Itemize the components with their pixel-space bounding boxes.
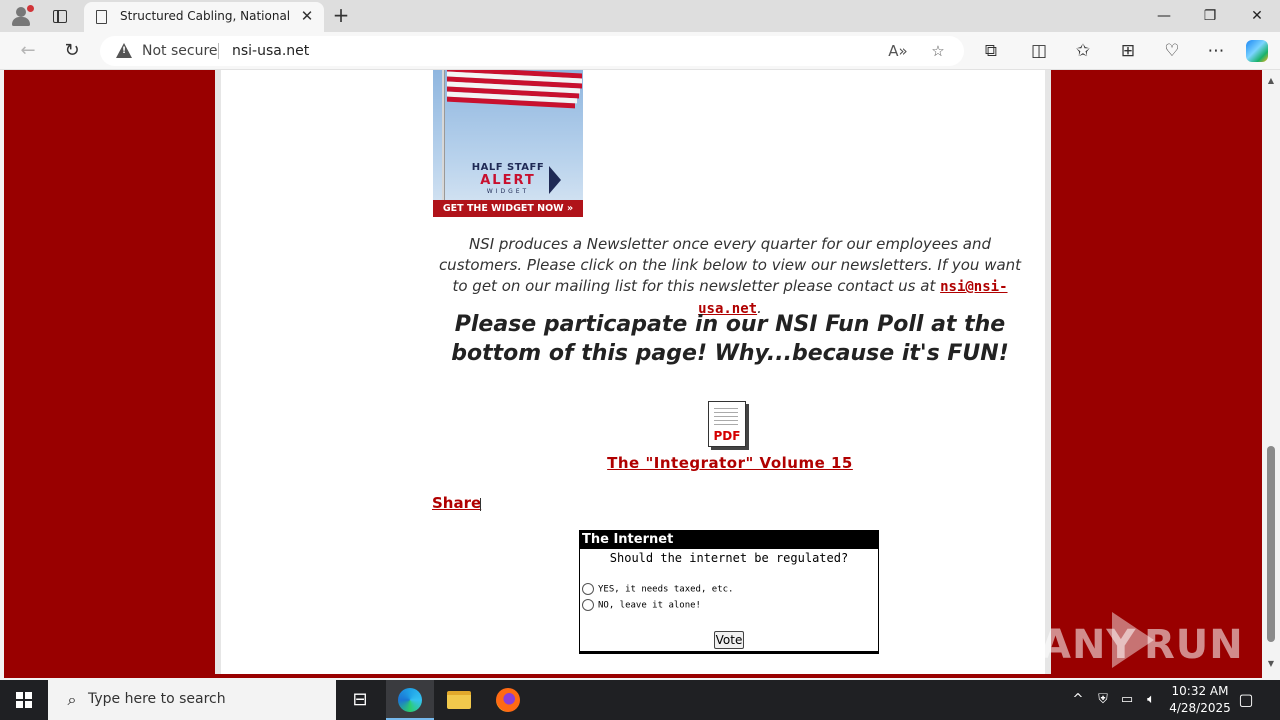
tray-security-icon[interactable]: ⛨	[1093, 680, 1113, 720]
new-tab-button[interactable]: +	[330, 4, 352, 26]
poll-invite-heading: Please particapate in our NSI Fun Poll a…	[451, 312, 1009, 366]
tray-volume-icon[interactable]: 🔈︎	[1140, 680, 1162, 720]
get-widget-button[interactable]: GET THE WIDGET NOW »	[433, 200, 583, 217]
viewport-edge	[0, 70, 4, 678]
windows-logo-icon	[16, 692, 32, 708]
poll-option-no[interactable]: NO, leave it alone!	[582, 599, 701, 611]
tray-chevron-icon[interactable]: ^	[1068, 680, 1088, 720]
address-bar[interactable]: Not secure nsi-usa.net A» ☆	[100, 36, 964, 66]
tab-close-icon[interactable]: ✕	[298, 7, 316, 25]
widget-subtitle: WIDGET	[486, 188, 530, 195]
search-placeholder: Type here to search	[88, 691, 226, 707]
taskbar-edge-app[interactable]	[386, 680, 434, 720]
scroll-up-icon[interactable]: ▲	[1266, 76, 1276, 86]
more-menu-icon[interactable]: ⋯	[1201, 37, 1231, 65]
half-staff-alert-widget[interactable]: HALF STAFF ALERT WIDGET GET THE WIDGET N…	[433, 70, 583, 217]
taskbar-search-box[interactable]: ⌕ Type here to search	[48, 680, 336, 720]
poll-title: The Internet	[580, 531, 878, 549]
integrator-newsletter-link[interactable]: The "Integrator" Volume 15	[435, 454, 1025, 472]
windows-taskbar: ⌕ Type here to search ⊟ ^ ⛨ ▭ 🔈︎ 10:32 A…	[0, 680, 1280, 720]
tab-strip: Structured Cabling, National Syst ✕ + — …	[0, 0, 1280, 32]
fun-poll-widget: The Internet Should the internet be regu…	[579, 530, 879, 654]
task-view-icon[interactable]: ⊟	[336, 680, 384, 720]
extensions-icon[interactable]: ⧉	[976, 37, 1006, 65]
back-arrow-icon[interactable]: ←	[13, 37, 43, 65]
poll-radio-no[interactable]	[582, 599, 594, 611]
widget-title: HALF STAFF	[471, 162, 545, 173]
search-icon: ⌕	[67, 690, 77, 709]
pdf-file-icon[interactable]: PDF	[708, 401, 750, 449]
window-minimize-button[interactable]: —	[1141, 0, 1187, 32]
profile-avatar-icon[interactable]	[8, 4, 34, 28]
window-close-button[interactable]: ✕	[1234, 0, 1280, 32]
firefox-icon	[496, 688, 520, 712]
security-status[interactable]: Not secure	[142, 43, 218, 59]
poll-question: Should the internet be regulated?	[609, 551, 849, 565]
split-screen-icon[interactable]: ◫	[1024, 37, 1054, 65]
start-button[interactable]	[0, 680, 48, 720]
edge-icon	[398, 688, 422, 712]
tab-actions-icon[interactable]	[46, 6, 74, 28]
poll-option-no-label: NO, leave it alone!	[598, 600, 701, 611]
taskbar-file-explorer-app[interactable]	[435, 680, 483, 720]
read-aloud-icon[interactable]: A»	[886, 40, 910, 62]
page-viewport: HALF STAFF ALERT WIDGET GET THE WIDGET N…	[0, 70, 1262, 678]
watermark-text-right: RUN	[1144, 622, 1244, 668]
clock-date: 4/28/2025	[1169, 701, 1231, 715]
warning-icon[interactable]	[116, 43, 132, 58]
folder-icon	[447, 691, 471, 709]
taskbar-clock[interactable]: 10:32 AM 4/28/2025	[1160, 683, 1240, 717]
poll-option-yes[interactable]: YES, it needs taxed, etc.	[582, 583, 733, 595]
url-divider	[218, 43, 219, 59]
pdf-icon-label: PDF	[713, 429, 741, 443]
tray-network-icon[interactable]: ▭	[1116, 680, 1138, 720]
refresh-icon[interactable]: ↻	[57, 37, 87, 65]
clock-time: 10:32 AM	[1171, 684, 1229, 698]
content-column: HALF STAFF ALERT WIDGET GET THE WIDGET N…	[215, 70, 1051, 674]
scrollbar-thumb[interactable]	[1267, 446, 1275, 642]
newsletter-text: NSI produces a Newsletter once every qua…	[438, 235, 1022, 295]
poll-option-yes-label: YES, it needs taxed, etc.	[598, 584, 734, 595]
collections-icon[interactable]: ⊞	[1113, 37, 1143, 65]
taskbar-firefox-app[interactable]	[484, 680, 532, 720]
newsletter-paragraph: NSI produces a Newsletter once every qua…	[435, 234, 1025, 320]
share-link[interactable]: Share	[432, 494, 481, 512]
favorites-icon[interactable]: ✩	[1068, 37, 1098, 65]
page-favicon-icon	[96, 10, 107, 24]
browser-essentials-icon[interactable]: ♡	[1157, 37, 1187, 65]
vote-button[interactable]: Vote	[714, 631, 744, 649]
window-restore-button[interactable]: ❐	[1187, 0, 1233, 32]
poll-radio-yes[interactable]	[582, 583, 594, 595]
anyrun-watermark: ANY RUN	[1040, 610, 1243, 670]
url-text[interactable]: nsi-usa.net	[232, 43, 309, 59]
scroll-down-icon[interactable]: ▼	[1266, 659, 1276, 669]
tab-title: Structured Cabling, National Syst	[120, 9, 292, 23]
notifications-icon[interactable]: ▢	[1234, 688, 1258, 712]
text-cursor	[480, 498, 481, 511]
copilot-icon[interactable]	[1246, 40, 1268, 62]
vertical-scrollbar[interactable]: ▲ ▼	[1262, 70, 1280, 678]
browser-tab-active[interactable]: Structured Cabling, National Syst ✕	[84, 2, 324, 32]
favorite-star-icon[interactable]: ☆	[926, 40, 950, 62]
navigation-bar: ← ↻ Not secure nsi-usa.net A» ☆ ⧉ ◫ ✩ ⊞ …	[0, 32, 1280, 70]
